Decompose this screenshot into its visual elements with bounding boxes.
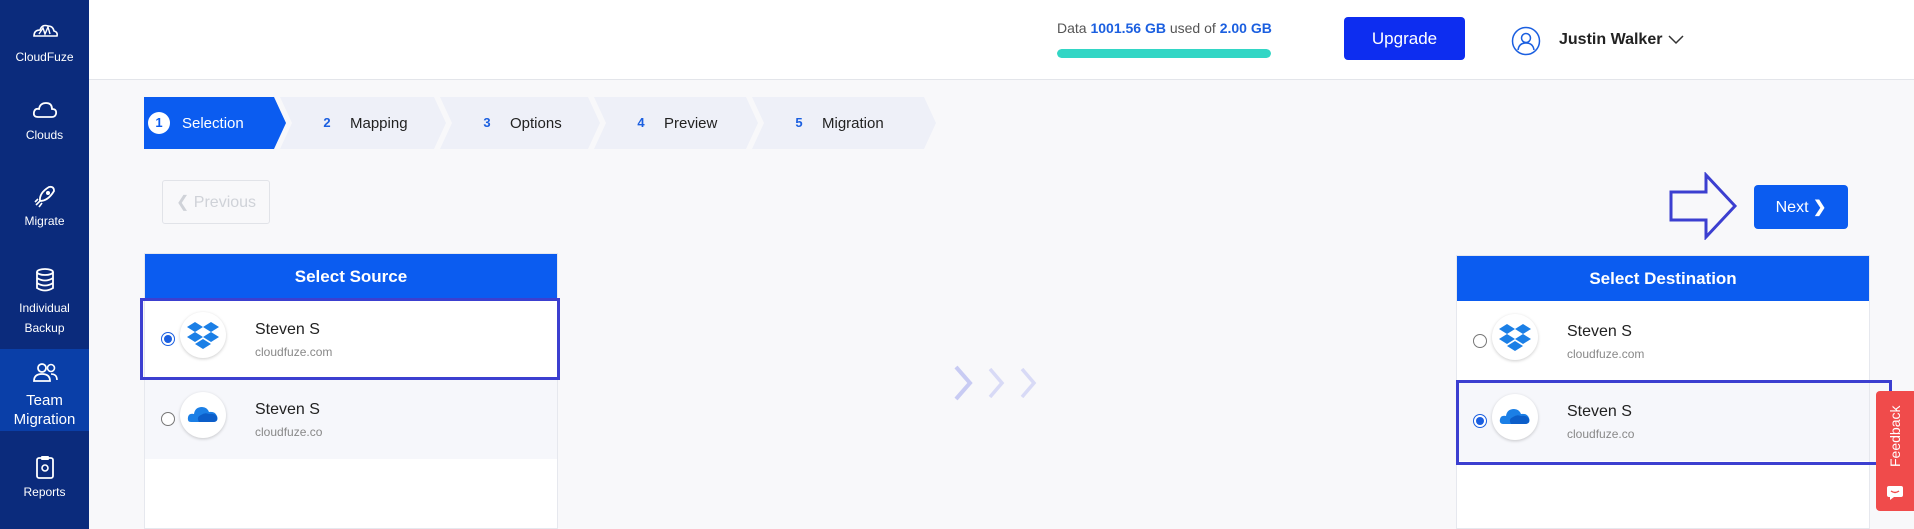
chevrons-right-icon (954, 365, 1037, 401)
cloud-icon (32, 102, 57, 118)
step-label: Options (510, 114, 562, 132)
sidebar-item-label: Clouds (25, 128, 64, 142)
dropbox-icon (1492, 314, 1538, 360)
account-domain: cloudfuze.co (255, 425, 323, 439)
upgrade-button[interactable]: Upgrade (1344, 17, 1465, 60)
sidebar-item-clouds[interactable]: Clouds (0, 96, 89, 142)
chevron-left-icon: ❮ (175, 194, 190, 211)
sidebar-item-label: Reports (23, 485, 66, 499)
sidebar-item-label: Individual Backup (19, 301, 70, 335)
destination-account-radio[interactable] (1473, 334, 1487, 348)
sidebar-item-reports[interactable]: Reports (0, 453, 89, 499)
step-number: 3 (483, 115, 491, 130)
source-account-row[interactable]: Steven S cloudfuze.co (145, 379, 557, 459)
step-migration[interactable]: 5 Migration (752, 97, 936, 149)
previous-button[interactable]: ❮ Previous (162, 180, 270, 224)
sidebar-item-team-migration[interactable]: Team Migration (0, 349, 89, 431)
account-domain: cloudfuze.com (1567, 347, 1645, 361)
top-bar: Data 1001.56 GB used of 2.00 GB Upgrade … (89, 0, 1914, 80)
chevron-down-icon[interactable] (1667, 32, 1685, 46)
storage-usage-bar (1057, 49, 1271, 58)
rocket-icon (33, 185, 55, 208)
step-mapping[interactable]: 2 Mapping (280, 97, 446, 149)
brand-logo[interactable]: CloudFuze (0, 18, 89, 64)
step-number: 2 (323, 115, 331, 130)
highlight-arrow-icon (1669, 172, 1738, 240)
next-button[interactable]: Next ❯ (1754, 185, 1848, 229)
user-name[interactable]: Justin Walker (1559, 31, 1662, 49)
usage-prefix: Data (1057, 20, 1087, 36)
step-label: Preview (664, 114, 718, 132)
storage-usage-text: Data 1001.56 GB used of 2.00 GB (1057, 20, 1272, 36)
onedrive-icon (180, 392, 226, 438)
destination-account-row[interactable]: Steven S cloudfuze.com (1457, 301, 1869, 381)
previous-label: Previous (193, 194, 257, 211)
sidebar: CloudFuze Clouds Migrate Individual Back… (0, 0, 89, 529)
usage-mid: used of (1169, 20, 1216, 36)
brand-name: CloudFuze (15, 50, 74, 64)
step-number: 1 (148, 112, 170, 134)
step-label: Selection (182, 114, 244, 132)
step-number: 5 (795, 115, 803, 130)
step-preview[interactable]: 4 Preview (594, 97, 758, 149)
account-name: Steven S (1567, 323, 1632, 340)
cloudfuze-logo-icon (32, 24, 58, 37)
step-number: 4 (637, 115, 645, 130)
user-circle-icon[interactable] (1511, 26, 1541, 56)
storage-usage-fill (1057, 49, 1271, 58)
usage-used: 1001.56 GB (1090, 20, 1166, 36)
step-label: Mapping (350, 114, 408, 132)
sidebar-item-migrate[interactable]: Migrate (0, 182, 89, 228)
source-panel: Select Source Steven S cloudfuze.com Ste… (144, 253, 558, 529)
sidebar-item-label: Team Migration (13, 392, 76, 428)
step-label: Migration (822, 114, 884, 132)
sidebar-item-individual-backup[interactable]: Individual Backup (0, 266, 89, 338)
database-icon (35, 268, 54, 292)
step-options[interactable]: 3 Options (440, 97, 600, 149)
next-label: Next (1775, 199, 1809, 216)
chat-icon (1887, 486, 1903, 500)
destination-panel-title: Select Destination (1457, 256, 1869, 301)
sidebar-item-label: Migrate (24, 214, 65, 228)
account-name: Steven S (255, 401, 320, 418)
users-icon (32, 363, 58, 382)
highlight-box (140, 298, 560, 380)
step-selection[interactable]: 1 Selection (144, 97, 286, 149)
highlight-box (1456, 380, 1892, 465)
source-account-radio[interactable] (161, 412, 175, 426)
clipboard-icon (35, 456, 54, 479)
source-panel-title: Select Source (145, 254, 557, 299)
feedback-tab[interactable]: Feedback (1876, 391, 1914, 511)
chevron-right-icon: ❯ (1812, 199, 1827, 216)
usage-total: 2.00 GB (1219, 20, 1272, 36)
feedback-label: Feedback (1887, 405, 1903, 467)
